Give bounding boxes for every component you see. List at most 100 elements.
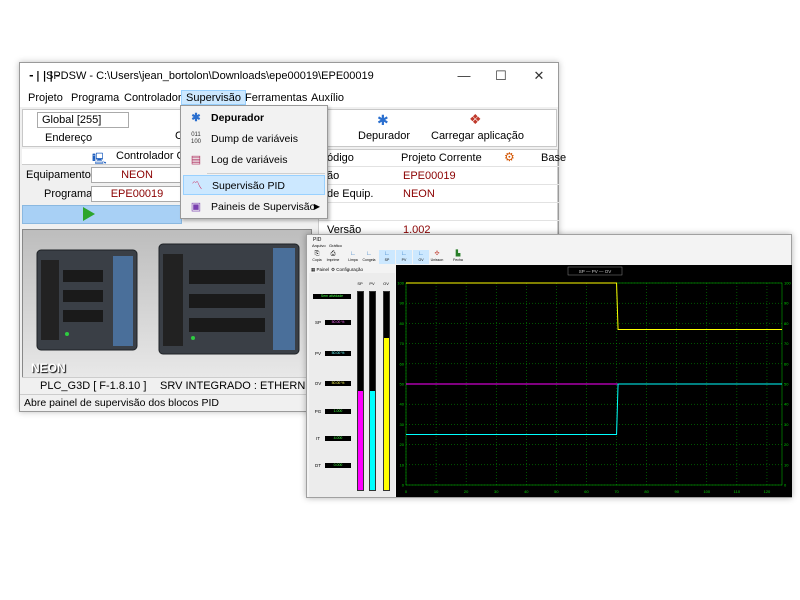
binary-icon: 011 100: [190, 132, 201, 145]
window-title: SPDSW - C:\Users\jean_bortolon\Downloads…: [46, 70, 374, 82]
menu-controlador[interactable]: Controlador: [120, 91, 185, 106]
clear-icon: ∟: [350, 251, 356, 257]
menu-auxilio[interactable]: Auxílio: [307, 91, 348, 106]
field-label: IT: [316, 436, 320, 441]
neon-plc-illustration: [36, 243, 300, 355]
menu-item-supervisao-pid[interactable]: 〽 Supervisão PID: [183, 175, 325, 195]
pid-chart: 0 10 20 30 40 50 60 70 80 90 100 110 120 0 0 10 10 20 20 30…: [396, 265, 792, 497]
carregar-aplicacao-button[interactable]: Carregar aplicação: [431, 130, 524, 142]
play-icon: [83, 207, 95, 221]
field-label: DT: [315, 463, 321, 468]
codigo-header: ódigo: [327, 152, 354, 164]
base-header: Base: [541, 152, 567, 164]
toolbar-label: PV: [401, 258, 407, 262]
pv-bar: [369, 291, 376, 491]
series-line-pv: [406, 383, 782, 435]
menu-item-depurador[interactable]: ✱ Depurador: [183, 108, 325, 128]
bar-label: PV: [369, 281, 375, 286]
y-tick-label: 90: [400, 301, 405, 306]
menu-item-label: Log de variáveis: [211, 154, 288, 166]
sp-bar-fill: [358, 391, 363, 490]
depurador-button[interactable]: Depurador: [358, 130, 410, 142]
field-label: OV: [314, 381, 322, 386]
y-tick-label: 80: [400, 321, 405, 326]
unisson-icon: ✣: [434, 251, 440, 257]
maximize-button[interactable]: ☐: [486, 66, 516, 86]
programa-field[interactable]: EPE00019: [91, 186, 183, 202]
y-tick-label: 20: [400, 442, 405, 447]
pid-menu-grafico[interactable]: Gráfico: [329, 243, 342, 248]
menu-item-dump-variaveis[interactable]: 011 100 Dump de variáveis: [183, 129, 325, 149]
menu-item-label: Depurador: [211, 112, 265, 124]
address-field[interactable]: Global [255]: [37, 112, 129, 128]
pid-window: PID Arquivo Gráfico ⎘ Copia ⎙ Imprime ∟ Lim…: [306, 234, 792, 498]
x-tick-label: 120: [764, 489, 771, 494]
controller-header-label: Controlador C: [116, 150, 185, 162]
sp-toggle[interactable]: ∟ SP: [379, 250, 395, 264]
header-divider: [319, 166, 559, 167]
plc-status: PLC_G3D [ F-1.8.10 ]: [40, 380, 147, 392]
minimize-button[interactable]: —: [449, 66, 479, 86]
menu-item-label: Paineis de Supervisão: [211, 201, 316, 213]
y-tick-label-right: 40: [784, 402, 789, 407]
toolbar-label: Limpa: [348, 258, 358, 262]
y-tick-label: 30: [400, 422, 405, 427]
y-tick-label-right: 100: [784, 281, 791, 286]
equipamento-label: Equipamento: [26, 169, 91, 181]
menu-projeto[interactable]: Projeto: [24, 91, 67, 106]
y-tick-label-right: 70: [784, 341, 789, 346]
copy-icon: ⎘: [314, 251, 320, 257]
dt-value[interactable]: 0.000: [325, 463, 351, 468]
x-tick-label: 50: [554, 489, 559, 494]
it-value[interactable]: 4.000: [325, 436, 351, 441]
chart-title: SP — PV — OV: [579, 269, 611, 274]
upload-icon[interactable]: ❖: [469, 111, 482, 128]
row-divider: [319, 184, 559, 185]
y-tick-label-right: 0: [784, 483, 787, 488]
x-tick-label: 80: [644, 489, 649, 494]
run-button[interactable]: [22, 205, 182, 224]
menu-item-label: Supervisão PID: [212, 180, 285, 192]
title-bar[interactable]: -|||- SPDSW - C:\Users\jean_bortolon\Dow…: [20, 63, 558, 89]
pid-menu-arquivo[interactable]: Arquivo: [312, 243, 326, 248]
chevron-right-icon: ▶: [313, 202, 320, 211]
y-tick-label-right: 20: [784, 442, 789, 447]
pv-toggle[interactable]: ∟ PV: [396, 250, 412, 264]
menu-ferramentas[interactable]: Ferramentas: [241, 91, 311, 106]
row-value: NEON: [403, 188, 435, 200]
x-tick-label: 10: [434, 489, 439, 494]
y-tick-label-right: 90: [784, 301, 789, 306]
equipamento-field[interactable]: NEON: [91, 167, 183, 183]
y-tick-label: 70: [400, 341, 405, 346]
imprime-button[interactable]: ⎙ Imprime: [325, 250, 341, 264]
sp-bar: [357, 291, 364, 491]
pg-value[interactable]: 1.000: [325, 409, 351, 414]
y-tick-label: 100: [397, 281, 404, 286]
menu-programa[interactable]: Programa: [67, 91, 123, 106]
tab-label: Configuração: [336, 267, 364, 272]
programa-label: Programa: [44, 188, 93, 200]
close-button[interactable]: ✕: [524, 66, 554, 86]
ov-value[interactable]: 50.00 %: [325, 381, 351, 386]
pv-value[interactable]: 50.00 %: [325, 351, 351, 356]
fecha-button[interactable]: ▙ Fecha: [450, 250, 466, 264]
ov-toggle[interactable]: ∟ OV: [413, 250, 429, 264]
neon-brand-label: NEON: [31, 361, 66, 375]
x-tick-label: 30: [494, 489, 499, 494]
y-tick-label-right: 30: [784, 422, 789, 427]
y-tick-label-right: 80: [784, 321, 789, 326]
panel-icon: ▣: [190, 201, 202, 213]
limpa-button[interactable]: ∟ Limpa: [345, 250, 361, 264]
sp-value[interactable]: 50.00 %: [325, 320, 351, 325]
unisson-button[interactable]: ✣ Unisson: [429, 250, 445, 264]
congela-button[interactable]: ∟ Congela: [361, 250, 377, 264]
base-icon: ⚙: [504, 150, 515, 164]
menu-item-paineis-supervisao[interactable]: ▣ Paineis de Supervisão ▶: [183, 197, 325, 217]
bug-icon[interactable]: ✱: [377, 112, 389, 129]
menu-item-log-variaveis[interactable]: ▤ Log de variáveis: [183, 150, 325, 170]
menu-supervisao[interactable]: Supervisão: [181, 90, 247, 105]
activity-status: Sem atividade: [313, 294, 351, 299]
y-tick-label: 50: [400, 382, 405, 387]
field-label: SP: [314, 320, 321, 325]
copia-button[interactable]: ⎘ Copia: [309, 250, 325, 264]
